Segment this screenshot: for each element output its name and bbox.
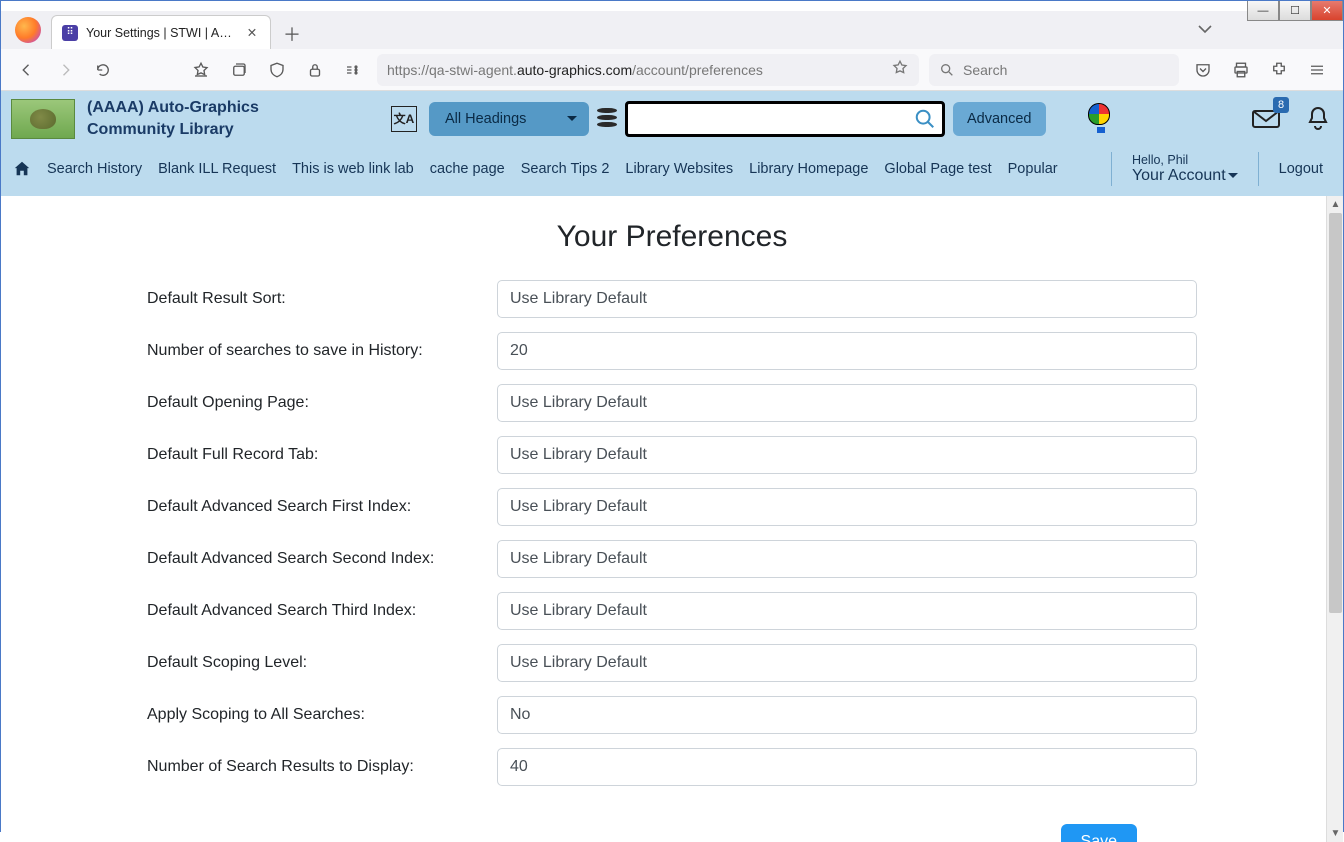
language-icon[interactable]: 文A [391,106,417,132]
balloon-icon[interactable] [1088,103,1114,135]
logout-link[interactable]: Logout [1279,161,1323,177]
browser-search-placeholder: Search [963,62,1007,78]
pref-label-scoping-level: Default Scoping Level: [147,654,497,672]
divider [1258,152,1259,186]
pref-label-adv-second-index: Default Advanced Search Second Index: [147,550,497,568]
pref-field-adv-third-index[interactable]: Use Library Default [497,592,1197,630]
url-bar[interactable]: https://qa-stwi-agent.auto-graphics.com/… [377,54,919,86]
bookmark-star-icon[interactable] [891,59,909,80]
divider [1111,152,1112,186]
search-icon[interactable] [914,108,936,130]
tab-overflow-button[interactable] [1197,21,1213,40]
browser-tabstrip: ⠿ Your Settings | STWI | AAAA | A ✕ ＋ [1,11,1343,49]
pref-label-apply-scoping: Apply Scoping to All Searches: [147,706,497,724]
pref-field-opening-page[interactable]: Use Library Default [497,384,1197,422]
browser-toolbar: https://qa-stwi-agent.auto-graphics.com/… [1,49,1343,91]
nav-web-link-lab[interactable]: This is web link lab [292,161,414,177]
recent-tabs-icon[interactable] [225,56,253,84]
nav-blank-ill-request[interactable]: Blank ILL Request [158,161,276,177]
content-area: ▲ ▼ Your Preferences Default Result Sort… [1,196,1343,842]
nav-global-page-test[interactable]: Global Page test [884,161,991,177]
inbox-button[interactable]: 8 [1251,105,1283,133]
print-icon[interactable] [1227,56,1255,84]
nav-reload-button[interactable] [89,56,117,84]
main-search-input[interactable] [634,110,914,127]
nav-library-homepage[interactable]: Library Homepage [749,161,868,177]
lock-icon[interactable] [301,56,329,84]
main-search-field[interactable] [625,101,945,137]
vertical-scrollbar[interactable]: ▲ ▼ [1326,196,1343,842]
scroll-thumb[interactable] [1329,213,1342,613]
pocket-icon[interactable] [1189,56,1217,84]
search-index-label: All Headings [445,111,526,127]
bookmark-star-tray-icon[interactable] [187,56,215,84]
pref-field-history-count[interactable]: 20 [497,332,1197,370]
nav-popular[interactable]: Popular [1008,161,1058,177]
pref-field-scoping-level[interactable]: Use Library Default [497,644,1197,682]
pref-label-history-count: Number of searches to save in History: [147,342,497,360]
your-account-dropdown[interactable]: Your Account [1132,167,1238,185]
tab-favicon-icon: ⠿ [62,25,78,41]
window-minimize-button[interactable]: — [1247,1,1279,21]
nav-back-button[interactable] [13,56,41,84]
pref-field-adv-second-index[interactable]: Use Library Default [497,540,1197,578]
pref-field-default-result-sort[interactable]: Use Library Default [497,280,1197,318]
pref-field-apply-scoping[interactable]: No [497,696,1197,734]
inbox-badge: 8 [1273,97,1289,113]
pref-label-adv-first-index: Default Advanced Search First Index: [147,498,497,516]
tab-close-button[interactable]: ✕ [244,25,260,41]
nav-search-tips-2[interactable]: Search Tips 2 [521,161,610,177]
new-tab-button[interactable]: ＋ [277,19,307,49]
pref-label-opening-page: Default Opening Page: [147,394,497,412]
database-icon[interactable] [597,108,617,130]
advanced-search-button[interactable]: Advanced [953,102,1046,136]
pref-label-full-record-tab: Default Full Record Tab: [147,446,497,464]
app-header: (AAAA) Auto-Graphics Community Library 文… [1,91,1343,196]
shield-icon[interactable] [263,56,291,84]
greeting-text: Hello, Phil [1132,153,1238,167]
pref-field-adv-first-index[interactable]: Use Library Default [497,488,1197,526]
nav-forward-button[interactable] [51,56,79,84]
window-maximize-button[interactable]: ☐ [1279,1,1311,21]
notifications-button[interactable] [1305,105,1333,133]
search-index-dropdown[interactable]: All Headings [429,102,589,136]
page-title: Your Preferences [147,220,1197,254]
browser-tab-active[interactable]: ⠿ Your Settings | STWI | AAAA | A ✕ [51,15,271,49]
pref-label-results-count: Number of Search Results to Display: [147,758,497,776]
extensions-icon[interactable] [1265,56,1293,84]
browser-search-bar[interactable]: Search [929,54,1179,86]
nav-cache-page[interactable]: cache page [430,161,505,177]
library-name: (AAAA) Auto-Graphics Community Library [87,97,347,140]
save-button[interactable]: Save [1061,824,1137,842]
window-close-button[interactable]: ✕ [1311,1,1343,21]
scroll-up-arrow-icon[interactable]: ▲ [1327,196,1343,213]
pref-field-full-record-tab[interactable]: Use Library Default [497,436,1197,474]
scroll-down-arrow-icon[interactable]: ▼ [1327,825,1343,842]
nav-search-history[interactable]: Search History [47,161,142,177]
permissions-icon[interactable] [339,56,367,84]
home-icon[interactable] [13,160,31,178]
library-logo [11,99,75,139]
url-text: https://qa-stwi-agent.auto-graphics.com/… [387,62,883,78]
nav-library-websites[interactable]: Library Websites [625,161,733,177]
app-menu-button[interactable] [1303,56,1331,84]
pref-label-adv-third-index: Default Advanced Search Third Index: [147,602,497,620]
firefox-icon [15,17,41,43]
tab-title: Your Settings | STWI | AAAA | A [86,26,236,40]
pref-label-default-result-sort: Default Result Sort: [147,290,497,308]
pref-field-results-count[interactable]: 40 [497,748,1197,786]
